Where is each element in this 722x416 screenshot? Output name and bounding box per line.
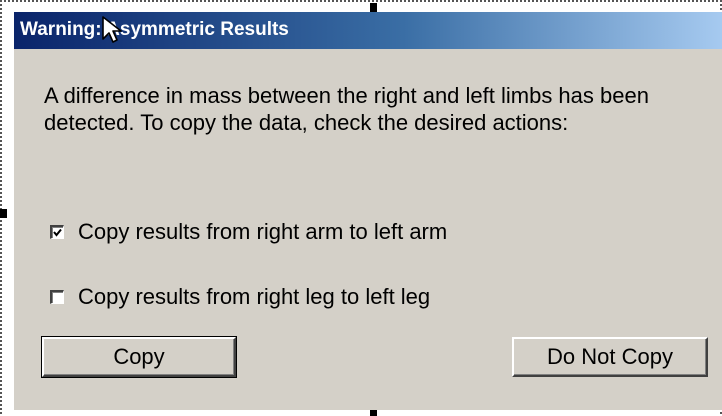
dialog-title: Warning: Asymmetric Results <box>20 19 289 40</box>
copy-arm-checkbox[interactable] <box>50 225 64 239</box>
copy-leg-label: Copy results from right leg to left leg <box>78 284 431 309</box>
asymmetric-results-dialog: Warning: Asymmetric Results A difference… <box>14 12 722 410</box>
copy-leg-option[interactable]: Copy results from right leg to left leg <box>50 284 430 310</box>
arrow-cursor-icon <box>102 16 122 43</box>
copy-arm-option[interactable]: Copy results from right arm to left arm <box>50 219 447 245</box>
resize-handle-left[interactable] <box>0 209 7 218</box>
screen: Warning: Asymmetric Results A difference… <box>0 0 722 416</box>
checkmark-icon <box>53 228 62 237</box>
copy-button[interactable]: Copy <box>41 336 237 378</box>
do-not-copy-button[interactable]: Do Not Copy <box>512 337 708 377</box>
copy-arm-label: Copy results from right arm to left arm <box>78 219 448 244</box>
copy-leg-checkbox[interactable] <box>50 290 64 304</box>
warning-message: A difference in mass between the right a… <box>44 83 649 135</box>
resize-handle-top[interactable] <box>370 3 377 12</box>
